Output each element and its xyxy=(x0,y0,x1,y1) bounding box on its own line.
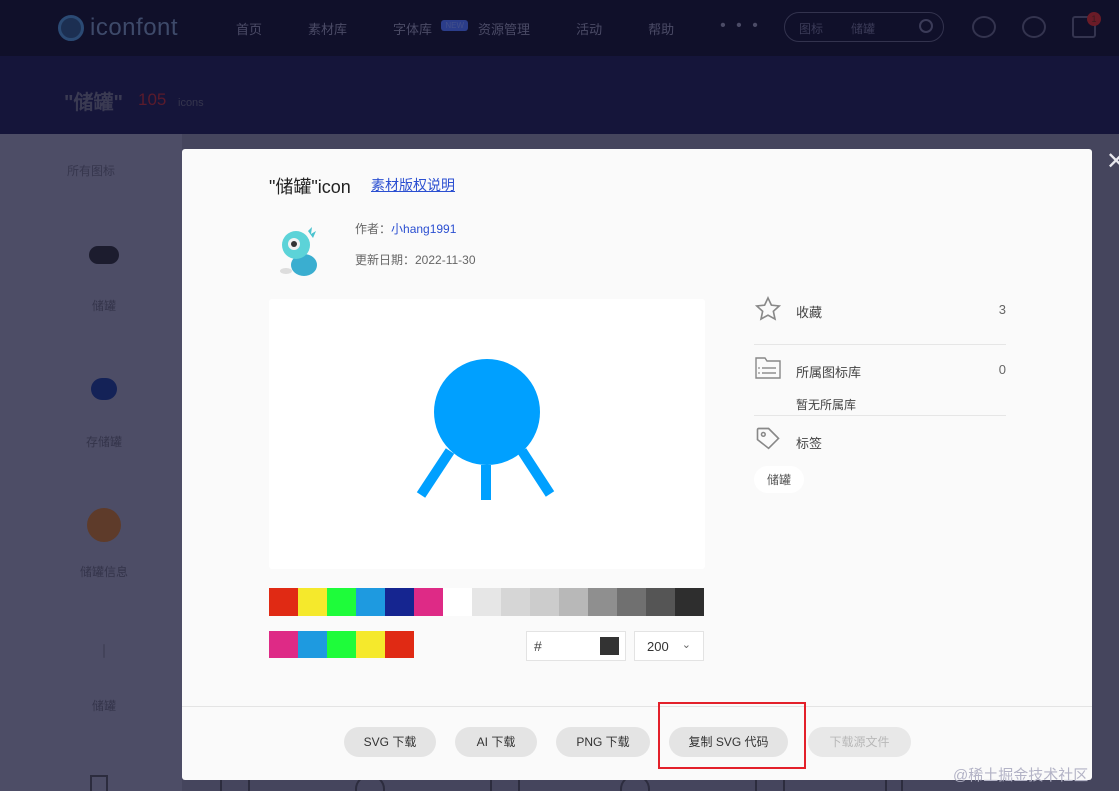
nav-help[interactable]: 帮助 xyxy=(648,19,674,38)
color-palette xyxy=(269,588,704,616)
nav-fonts-label: 字体库 xyxy=(393,22,433,37)
color-swatch[interactable] xyxy=(414,588,443,616)
search-type-select[interactable]: 图标 xyxy=(799,20,823,37)
result-count: 105 xyxy=(138,90,167,109)
color-swatch[interactable] xyxy=(385,588,414,616)
close-icon[interactable]: ✕ xyxy=(1106,150,1119,174)
author-avatar-icon xyxy=(280,227,317,276)
nav-home[interactable]: 首页 xyxy=(236,19,262,38)
color-swatch[interactable] xyxy=(675,588,704,616)
png-download-button[interactable]: PNG 下载 xyxy=(556,727,650,757)
cart-count-badge: 1 xyxy=(1087,12,1101,26)
upload-icon[interactable] xyxy=(972,16,996,38)
more-icon[interactable]: • • • xyxy=(720,17,761,38)
hex-prefix: # xyxy=(534,638,542,654)
update-date: 更新日期：2022-11-30 xyxy=(355,253,476,267)
piggy-bank-icon xyxy=(91,378,117,400)
logo[interactable]: iconfont xyxy=(58,14,178,42)
library-empty-text: 暂无所属库 xyxy=(796,398,857,412)
color-swatch[interactable] xyxy=(298,588,327,616)
chevron-down-icon: ⌄ xyxy=(681,639,691,651)
nav-resources[interactable]: 资源管理 xyxy=(478,19,530,38)
icon-preview xyxy=(269,299,705,569)
search-icon[interactable] xyxy=(919,19,933,33)
tag-icon xyxy=(756,427,780,450)
nav-fonts[interactable]: 字体库 NEW xyxy=(393,19,469,38)
nav-activities[interactable]: 活动 xyxy=(576,19,602,38)
recent-color-swatch[interactable] xyxy=(269,631,298,658)
color-swatch[interactable] xyxy=(443,588,472,616)
search-result-header: "储罐" 105 icons xyxy=(0,56,1119,134)
color-swatch[interactable] xyxy=(501,588,530,616)
library-label: 所属图标库 xyxy=(796,365,862,380)
color-swatch[interactable] xyxy=(588,588,617,616)
logo-icon xyxy=(58,15,84,41)
recent-color-swatch[interactable] xyxy=(356,631,385,658)
svg-download-button[interactable]: SVG 下载 xyxy=(344,727,436,757)
folder-icon xyxy=(755,357,781,379)
color-swatch[interactable] xyxy=(356,588,385,616)
divider xyxy=(754,344,1006,345)
tank-icon xyxy=(89,246,119,264)
color-swatch[interactable] xyxy=(646,588,675,616)
modal-title: "储罐"icon xyxy=(269,177,351,197)
author-avatar[interactable] xyxy=(276,225,324,279)
tank-preview-icon xyxy=(416,359,555,500)
result-unit: icons xyxy=(178,97,204,109)
logo-text: iconfont xyxy=(90,14,179,41)
icon-grid-column: 所有图标 储罐 存储罐 储罐信息 储罐 xyxy=(0,134,182,791)
license-link[interactable]: 素材版权说明 xyxy=(371,175,455,195)
color-swatch[interactable] xyxy=(617,588,646,616)
divider xyxy=(754,415,1006,416)
hex-color-input[interactable]: # xyxy=(526,631,626,661)
new-badge: NEW xyxy=(441,20,469,31)
tags-label: 标签 xyxy=(796,436,823,451)
favorite-count: 3 xyxy=(998,302,1006,317)
icon-card-label: 储罐 xyxy=(91,699,116,713)
search-box[interactable]: 图标 储罐 xyxy=(784,12,944,42)
author-link[interactable]: 小hang1991 xyxy=(391,222,456,236)
watermark: @稀土掘金技术社区 xyxy=(953,767,1089,784)
user-avatar-icon[interactable] xyxy=(1022,16,1046,38)
color-swatch[interactable] xyxy=(327,588,356,616)
icon-card-label: 储罐信息 xyxy=(79,565,128,579)
icon-card[interactable]: 储罐信息 xyxy=(64,508,144,580)
icon-card[interactable]: 储罐 xyxy=(64,644,144,714)
recent-colors xyxy=(269,631,414,658)
nav-materials[interactable]: 素材库 xyxy=(308,19,347,38)
recent-color-swatch[interactable] xyxy=(327,631,356,658)
size-value: 200 xyxy=(647,639,669,654)
color-swatch[interactable] xyxy=(472,588,501,616)
all-icons-filter[interactable]: 所有图标 xyxy=(67,162,115,179)
tank-icon xyxy=(103,644,105,658)
color-swatch[interactable] xyxy=(530,588,559,616)
color-swatch[interactable] xyxy=(559,588,588,616)
icon-card[interactable]: 存储罐 xyxy=(64,378,144,450)
tank-info-icon xyxy=(87,508,121,542)
copy-svg-highlight-box xyxy=(658,702,806,769)
search-input[interactable]: 储罐 xyxy=(851,20,875,37)
download-source-button: 下载源文件 xyxy=(808,727,911,757)
icon-card-label: 储罐 xyxy=(91,299,116,313)
footer-divider xyxy=(182,706,1092,707)
top-navbar: iconfont 首页 素材库 字体库 NEW 资源管理 活动 帮助 • • • … xyxy=(0,0,1119,56)
tag-chip[interactable]: 储罐 xyxy=(754,466,805,493)
icon-detail-modal: "储罐"icon 素材版权说明 作者：小hang1991 更新日期：2022-1… xyxy=(182,149,1092,780)
author-line: 作者：小hang1991 xyxy=(355,220,456,237)
star-icon[interactable] xyxy=(754,295,782,323)
icon-card[interactable]: 储罐 xyxy=(64,246,144,314)
recent-color-swatch[interactable] xyxy=(298,631,327,658)
main-nav: 首页 素材库 字体库 NEW 资源管理 活动 帮助 • • • xyxy=(236,17,761,38)
color-swatch[interactable] xyxy=(269,588,298,616)
author-label: 作者： xyxy=(355,222,392,236)
library-count: 0 xyxy=(998,362,1006,377)
favorite-label: 收藏 xyxy=(796,305,823,320)
search-term-title: "储罐" xyxy=(64,92,123,114)
icon-card-label: 存储罐 xyxy=(85,435,122,449)
bar-chart-icon xyxy=(90,775,108,791)
size-select[interactable]: 200 ⌄ xyxy=(634,631,704,661)
recent-color-swatch[interactable] xyxy=(385,631,414,658)
ai-download-button[interactable]: AI 下载 xyxy=(455,727,537,757)
current-color-swatch[interactable] xyxy=(600,637,619,655)
